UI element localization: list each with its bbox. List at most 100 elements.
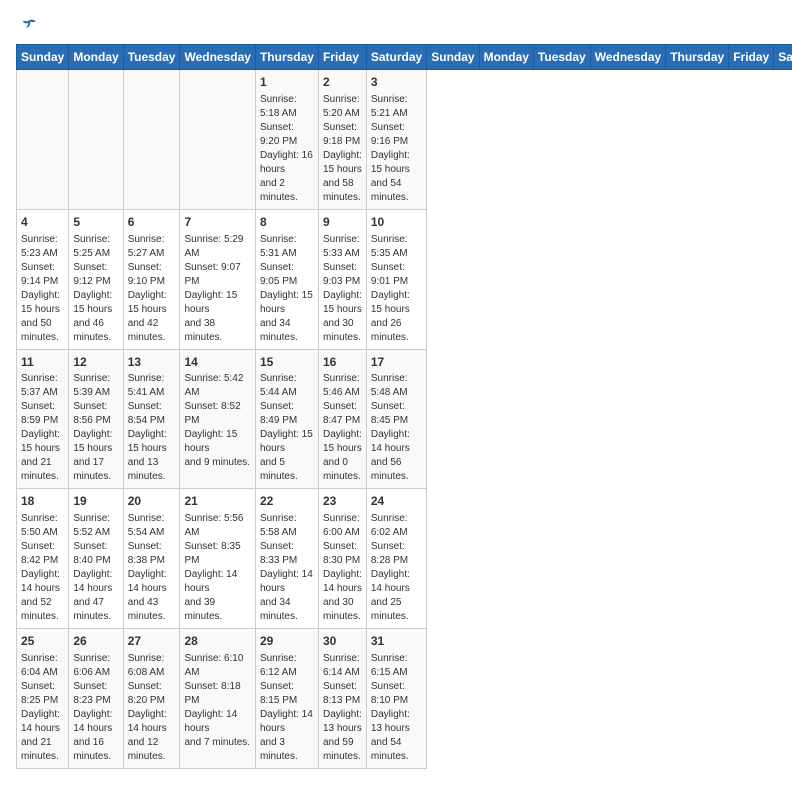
col-header-wednesday: Wednesday xyxy=(590,45,665,70)
day-number: 4 xyxy=(21,214,64,231)
day-info: Sunrise: 5:18 AM Sunset: 9:20 PM Dayligh… xyxy=(260,93,314,205)
day-number: 28 xyxy=(184,633,250,650)
day-number: 2 xyxy=(323,74,362,91)
day-cell xyxy=(123,70,180,210)
calendar-table: SundayMondayTuesdayWednesdayThursdayFrid… xyxy=(16,44,792,769)
col-header-saturday: Saturday xyxy=(774,45,792,70)
day-cell: 4 Sunrise: 5:23 AM Sunset: 9:14 PM Daylig… xyxy=(17,209,69,349)
day-info: Sunrise: 5:46 AM Sunset: 8:47 PM Dayligh… xyxy=(323,372,362,484)
day-cell: 9Sunrise: 5:33 AM Sunset: 9:03 PM Daylig… xyxy=(318,209,366,349)
day-number: 9 xyxy=(323,214,362,231)
day-number: 7 xyxy=(184,214,250,231)
day-info: Sunrise: 6:04 AM Sunset: 8:25 PM Dayligh… xyxy=(21,652,64,764)
day-info: Sunrise: 5:48 AM Sunset: 8:45 PM Dayligh… xyxy=(371,372,422,484)
day-cell: 19Sunrise: 5:52 AM Sunset: 8:40 PM Dayli… xyxy=(69,489,123,629)
header-thursday: Thursday xyxy=(255,45,318,70)
day-number: 8 xyxy=(260,214,314,231)
day-cell: 14Sunrise: 5:42 AM Sunset: 8:52 PM Dayli… xyxy=(180,349,255,489)
day-cell: 12Sunrise: 5:39 AM Sunset: 8:56 PM Dayli… xyxy=(69,349,123,489)
day-number: 14 xyxy=(184,354,250,371)
week-row-3: 11Sunrise: 5:37 AM Sunset: 8:59 PM Dayli… xyxy=(17,349,792,489)
day-cell: 25 Sunrise: 6:04 AM Sunset: 8:25 PM Dayli… xyxy=(17,629,69,769)
day-info: Sunrise: 6:14 AM Sunset: 8:13 PM Dayligh… xyxy=(323,652,362,764)
day-number: 16 xyxy=(323,354,362,371)
day-cell: 10 Sunrise: 5:35 AM Sunset: 9:01 PM Dayli… xyxy=(366,209,426,349)
day-info: Sunrise: 6:02 AM Sunset: 8:28 PM Dayligh… xyxy=(371,512,422,624)
day-cell: 18 Sunrise: 5:50 AM Sunset: 8:42 PM Dayli… xyxy=(17,489,69,629)
day-cell: 20 Sunrise: 5:54 AM Sunset: 8:38 PM Dayli… xyxy=(123,489,180,629)
day-info: Sunrise: 5:54 AM Sunset: 8:38 PM Dayligh… xyxy=(128,512,176,624)
day-cell: 6Sunrise: 5:27 AM Sunset: 9:10 PM Daylig… xyxy=(123,209,180,349)
day-number: 3 xyxy=(371,74,422,91)
day-number: 20 xyxy=(128,493,176,510)
day-cell: 29 Sunrise: 6:12 AM Sunset: 8:15 PM Dayli… xyxy=(255,629,318,769)
day-info: Sunrise: 5:37 AM Sunset: 8:59 PM Dayligh… xyxy=(21,372,64,484)
day-info: Sunrise: 5:35 AM Sunset: 9:01 PM Dayligh… xyxy=(371,233,422,345)
day-number: 11 xyxy=(21,354,64,371)
day-number: 17 xyxy=(371,354,422,371)
day-cell: 31 Sunrise: 6:15 AM Sunset: 8:10 PM Dayli… xyxy=(366,629,426,769)
day-number: 21 xyxy=(184,493,250,510)
day-number: 29 xyxy=(260,633,314,650)
day-number: 24 xyxy=(371,493,422,510)
week-row-5: 25 Sunrise: 6:04 AM Sunset: 8:25 PM Dayli… xyxy=(17,629,792,769)
header-wednesday: Wednesday xyxy=(180,45,255,70)
day-cell: 24 Sunrise: 6:02 AM Sunset: 8:28 PM Dayli… xyxy=(366,489,426,629)
logo xyxy=(16,16,38,34)
col-header-sunday: Sunday xyxy=(427,45,479,70)
day-info: Sunrise: 6:10 AM Sunset: 8:18 PM Dayligh… xyxy=(184,652,250,750)
day-number: 26 xyxy=(73,633,118,650)
day-number: 15 xyxy=(260,354,314,371)
header-monday: Monday xyxy=(69,45,123,70)
day-number: 31 xyxy=(371,633,422,650)
day-info: Sunrise: 5:25 AM Sunset: 9:12 PM Dayligh… xyxy=(73,233,118,345)
day-cell: 13Sunrise: 5:41 AM Sunset: 8:54 PM Dayli… xyxy=(123,349,180,489)
day-number: 27 xyxy=(128,633,176,650)
day-number: 18 xyxy=(21,493,64,510)
day-info: Sunrise: 5:41 AM Sunset: 8:54 PM Dayligh… xyxy=(128,372,176,484)
day-number: 23 xyxy=(323,493,362,510)
day-cell: 27 Sunrise: 6:08 AM Sunset: 8:20 PM Dayli… xyxy=(123,629,180,769)
day-cell: 8 Sunrise: 5:31 AM Sunset: 9:05 PM Daylig… xyxy=(255,209,318,349)
day-info: Sunrise: 5:31 AM Sunset: 9:05 PM Dayligh… xyxy=(260,233,314,345)
day-info: Sunrise: 5:21 AM Sunset: 9:16 PM Dayligh… xyxy=(371,93,422,205)
header-sunday: Sunday xyxy=(17,45,69,70)
day-cell xyxy=(69,70,123,210)
day-number: 1 xyxy=(260,74,314,91)
page-header xyxy=(16,16,776,34)
week-row-4: 18 Sunrise: 5:50 AM Sunset: 8:42 PM Dayli… xyxy=(17,489,792,629)
day-cell: 15Sunrise: 5:44 AM Sunset: 8:49 PM Dayli… xyxy=(255,349,318,489)
day-number: 25 xyxy=(21,633,64,650)
day-info: Sunrise: 6:15 AM Sunset: 8:10 PM Dayligh… xyxy=(371,652,422,764)
day-info: Sunrise: 6:12 AM Sunset: 8:15 PM Dayligh… xyxy=(260,652,314,764)
col-header-tuesday: Tuesday xyxy=(533,45,590,70)
day-cell: 3 Sunrise: 5:21 AM Sunset: 9:16 PM Daylig… xyxy=(366,70,426,210)
day-cell: 22Sunrise: 5:58 AM Sunset: 8:33 PM Dayli… xyxy=(255,489,318,629)
day-info: Sunrise: 5:50 AM Sunset: 8:42 PM Dayligh… xyxy=(21,512,64,624)
day-number: 13 xyxy=(128,354,176,371)
day-cell: 7 Sunrise: 5:29 AM Sunset: 9:07 PM Daylig… xyxy=(180,209,255,349)
header-tuesday: Tuesday xyxy=(123,45,180,70)
day-cell: 16Sunrise: 5:46 AM Sunset: 8:47 PM Dayli… xyxy=(318,349,366,489)
day-number: 10 xyxy=(371,214,422,231)
day-info: Sunrise: 6:06 AM Sunset: 8:23 PM Dayligh… xyxy=(73,652,118,764)
day-number: 22 xyxy=(260,493,314,510)
header-saturday: Saturday xyxy=(366,45,426,70)
day-info: Sunrise: 5:29 AM Sunset: 9:07 PM Dayligh… xyxy=(184,233,250,345)
day-cell: 21 Sunrise: 5:56 AM Sunset: 8:35 PM Dayli… xyxy=(180,489,255,629)
col-header-thursday: Thursday xyxy=(666,45,729,70)
header-friday: Friday xyxy=(318,45,366,70)
day-cell: 17Sunrise: 5:48 AM Sunset: 8:45 PM Dayli… xyxy=(366,349,426,489)
day-info: Sunrise: 5:39 AM Sunset: 8:56 PM Dayligh… xyxy=(73,372,118,484)
day-cell: 26 Sunrise: 6:06 AM Sunset: 8:23 PM Dayli… xyxy=(69,629,123,769)
day-cell xyxy=(180,70,255,210)
day-info: Sunrise: 5:52 AM Sunset: 8:40 PM Dayligh… xyxy=(73,512,118,624)
day-info: Sunrise: 5:23 AM Sunset: 9:14 PM Dayligh… xyxy=(21,233,64,345)
day-cell: 30Sunrise: 6:14 AM Sunset: 8:13 PM Dayli… xyxy=(318,629,366,769)
day-number: 12 xyxy=(73,354,118,371)
day-number: 5 xyxy=(73,214,118,231)
day-number: 6 xyxy=(128,214,176,231)
day-cell: 28 Sunrise: 6:10 AM Sunset: 8:18 PM Dayli… xyxy=(180,629,255,769)
day-info: Sunrise: 6:08 AM Sunset: 8:20 PM Dayligh… xyxy=(128,652,176,764)
day-info: Sunrise: 5:56 AM Sunset: 8:35 PM Dayligh… xyxy=(184,512,250,624)
